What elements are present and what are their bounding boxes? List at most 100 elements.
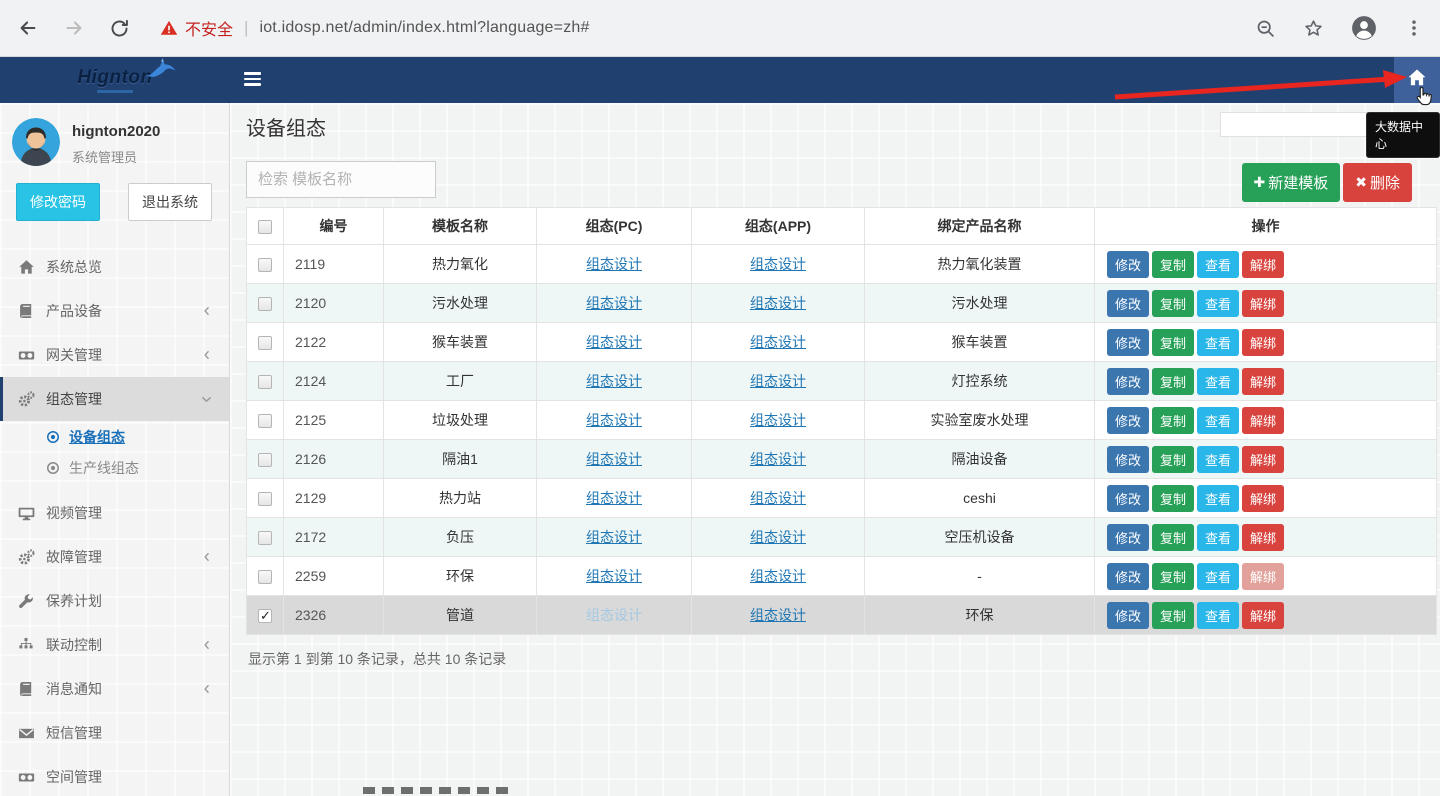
app-config-link[interactable]: 组态设计 bbox=[750, 295, 806, 311]
row-action-2-button[interactable]: 查看 bbox=[1197, 329, 1239, 356]
row-action-3-button[interactable]: 解绑 bbox=[1242, 290, 1284, 317]
row-action-2-button[interactable]: 查看 bbox=[1197, 485, 1239, 512]
row-checkbox[interactable] bbox=[258, 375, 272, 389]
reload-icon[interactable] bbox=[109, 18, 130, 39]
address-bar[interactable]: 不安全 | iot.idosp.net/admin/index.html?lan… bbox=[160, 16, 590, 40]
sidebar-item[interactable]: 视频管理 bbox=[0, 491, 229, 535]
sidebar-item[interactable]: 产品设备 bbox=[0, 289, 229, 333]
app-config-link[interactable]: 组态设计 bbox=[750, 529, 806, 545]
row-action-0-button[interactable]: 修改 bbox=[1107, 524, 1149, 551]
app-config-link[interactable]: 组态设计 bbox=[750, 490, 806, 506]
row-action-1-button[interactable]: 复制 bbox=[1152, 251, 1194, 278]
sidebar-toggle-button[interactable] bbox=[244, 72, 261, 86]
row-action-3-button[interactable]: 解绑 bbox=[1242, 563, 1284, 590]
row-action-0-button[interactable]: 修改 bbox=[1107, 602, 1149, 629]
pc-config-link[interactable]: 组态设计 bbox=[586, 412, 642, 428]
pc-config-link[interactable]: 组态设计 bbox=[586, 568, 642, 584]
app-config-link[interactable]: 组态设计 bbox=[750, 373, 806, 389]
row-checkbox[interactable] bbox=[258, 258, 272, 272]
row-action-3-button[interactable]: 解绑 bbox=[1242, 329, 1284, 356]
row-action-3-button[interactable]: 解绑 bbox=[1242, 524, 1284, 551]
sidebar-item[interactable]: 联动控制 bbox=[0, 623, 229, 667]
create-template-button[interactable]: ✚新建模板 bbox=[1242, 163, 1341, 202]
row-action-0-button[interactable]: 修改 bbox=[1107, 407, 1149, 434]
row-action-3-button[interactable]: 解绑 bbox=[1242, 485, 1284, 512]
app-config-link[interactable]: 组态设计 bbox=[750, 334, 806, 350]
row-action-1-button[interactable]: 复制 bbox=[1152, 329, 1194, 356]
row-action-1-button[interactable]: 复制 bbox=[1152, 368, 1194, 395]
pc-config-link[interactable]: 组态设计 bbox=[586, 334, 642, 350]
sidebar-item[interactable]: 系统总览 bbox=[0, 245, 229, 289]
select-all-checkbox[interactable] bbox=[258, 220, 272, 234]
sidebar-subitem[interactable]: 生产线组态 bbox=[0, 452, 229, 483]
row-checkbox[interactable] bbox=[258, 297, 272, 311]
row-action-0-button[interactable]: 修改 bbox=[1107, 251, 1149, 278]
pc-config-link[interactable]: 组态设计 bbox=[586, 295, 642, 311]
row-action-2-button[interactable]: 查看 bbox=[1197, 563, 1239, 590]
pc-config-link[interactable]: 组态设计 bbox=[586, 529, 642, 545]
row-action-3-button[interactable]: 解绑 bbox=[1242, 407, 1284, 434]
app-config-link[interactable]: 组态设计 bbox=[750, 568, 806, 584]
back-icon[interactable] bbox=[17, 17, 39, 39]
app-config-link[interactable]: 组态设计 bbox=[750, 451, 806, 467]
row-action-1-button[interactable]: 复制 bbox=[1152, 290, 1194, 317]
sidebar-item[interactable]: 故障管理 bbox=[0, 535, 229, 579]
row-action-1-button[interactable]: 复制 bbox=[1152, 563, 1194, 590]
row-action-2-button[interactable]: 查看 bbox=[1197, 407, 1239, 434]
delete-button[interactable]: ✖删除 bbox=[1343, 163, 1412, 202]
row-checkbox[interactable] bbox=[258, 570, 272, 584]
logout-button[interactable]: 退出系统 bbox=[128, 183, 212, 221]
sidebar-subitem[interactable]: 设备组态 bbox=[0, 421, 229, 452]
row-action-0-button[interactable]: 修改 bbox=[1107, 563, 1149, 590]
sidebar-item[interactable]: 空间管理 bbox=[0, 755, 229, 796]
app-config-link[interactable]: 组态设计 bbox=[750, 412, 806, 428]
row-action-3-button[interactable]: 解绑 bbox=[1242, 251, 1284, 278]
row-action-0-button[interactable]: 修改 bbox=[1107, 446, 1149, 473]
row-action-3-button[interactable]: 解绑 bbox=[1242, 446, 1284, 473]
sidebar-item[interactable]: 保养计划 bbox=[0, 579, 229, 623]
app-config-link[interactable]: 组态设计 bbox=[750, 256, 806, 272]
bookmark-star-icon[interactable] bbox=[1303, 18, 1324, 39]
zoom-out-icon[interactable] bbox=[1255, 18, 1276, 39]
row-action-1-button[interactable]: 复制 bbox=[1152, 602, 1194, 629]
forward-icon[interactable] bbox=[63, 17, 85, 39]
row-action-2-button[interactable]: 查看 bbox=[1197, 251, 1239, 278]
row-checkbox[interactable] bbox=[258, 609, 272, 623]
app-config-link[interactable]: 组态设计 bbox=[750, 607, 806, 623]
row-checkbox[interactable] bbox=[258, 531, 272, 545]
row-action-0-button[interactable]: 修改 bbox=[1107, 368, 1149, 395]
sidebar-item[interactable]: 消息通知 bbox=[0, 667, 229, 711]
row-action-0-button[interactable]: 修改 bbox=[1107, 290, 1149, 317]
row-action-0-button[interactable]: 修改 bbox=[1107, 329, 1149, 356]
pc-config-link[interactable]: 组态设计 bbox=[586, 373, 642, 389]
logo[interactable]: Hignton bbox=[0, 57, 230, 103]
template-search-input[interactable] bbox=[246, 161, 436, 198]
row-action-2-button[interactable]: 查看 bbox=[1197, 602, 1239, 629]
row-action-0-button[interactable]: 修改 bbox=[1107, 485, 1149, 512]
sidebar-item[interactable]: 网关管理 bbox=[0, 333, 229, 377]
row-checkbox[interactable] bbox=[258, 492, 272, 506]
row-checkbox[interactable] bbox=[258, 336, 272, 350]
pc-config-link[interactable]: 组态设计 bbox=[586, 451, 642, 467]
row-action-1-button[interactable]: 复制 bbox=[1152, 407, 1194, 434]
sidebar-item[interactable]: 组态管理 bbox=[0, 377, 229, 421]
browser-menu-icon[interactable] bbox=[1404, 18, 1424, 38]
row-action-3-button[interactable]: 解绑 bbox=[1242, 602, 1284, 629]
pc-config-link[interactable]: 组态设计 bbox=[586, 490, 642, 506]
bigdata-home-button[interactable] bbox=[1394, 57, 1440, 103]
row-action-1-button[interactable]: 复制 bbox=[1152, 485, 1194, 512]
change-password-button[interactable]: 修改密码 bbox=[16, 183, 100, 221]
pc-config-link[interactable]: 组态设计 bbox=[586, 607, 642, 623]
row-action-2-button[interactable]: 查看 bbox=[1197, 446, 1239, 473]
row-action-2-button[interactable]: 查看 bbox=[1197, 290, 1239, 317]
row-checkbox[interactable] bbox=[258, 453, 272, 467]
row-action-3-button[interactable]: 解绑 bbox=[1242, 368, 1284, 395]
row-action-1-button[interactable]: 复制 bbox=[1152, 446, 1194, 473]
row-action-2-button[interactable]: 查看 bbox=[1197, 524, 1239, 551]
browser-profile-icon[interactable] bbox=[1351, 15, 1377, 41]
security-warning[interactable]: 不安全 bbox=[160, 16, 233, 40]
sidebar-item[interactable]: 短信管理 bbox=[0, 711, 229, 755]
row-action-2-button[interactable]: 查看 bbox=[1197, 368, 1239, 395]
pc-config-link[interactable]: 组态设计 bbox=[586, 256, 642, 272]
row-action-1-button[interactable]: 复制 bbox=[1152, 524, 1194, 551]
